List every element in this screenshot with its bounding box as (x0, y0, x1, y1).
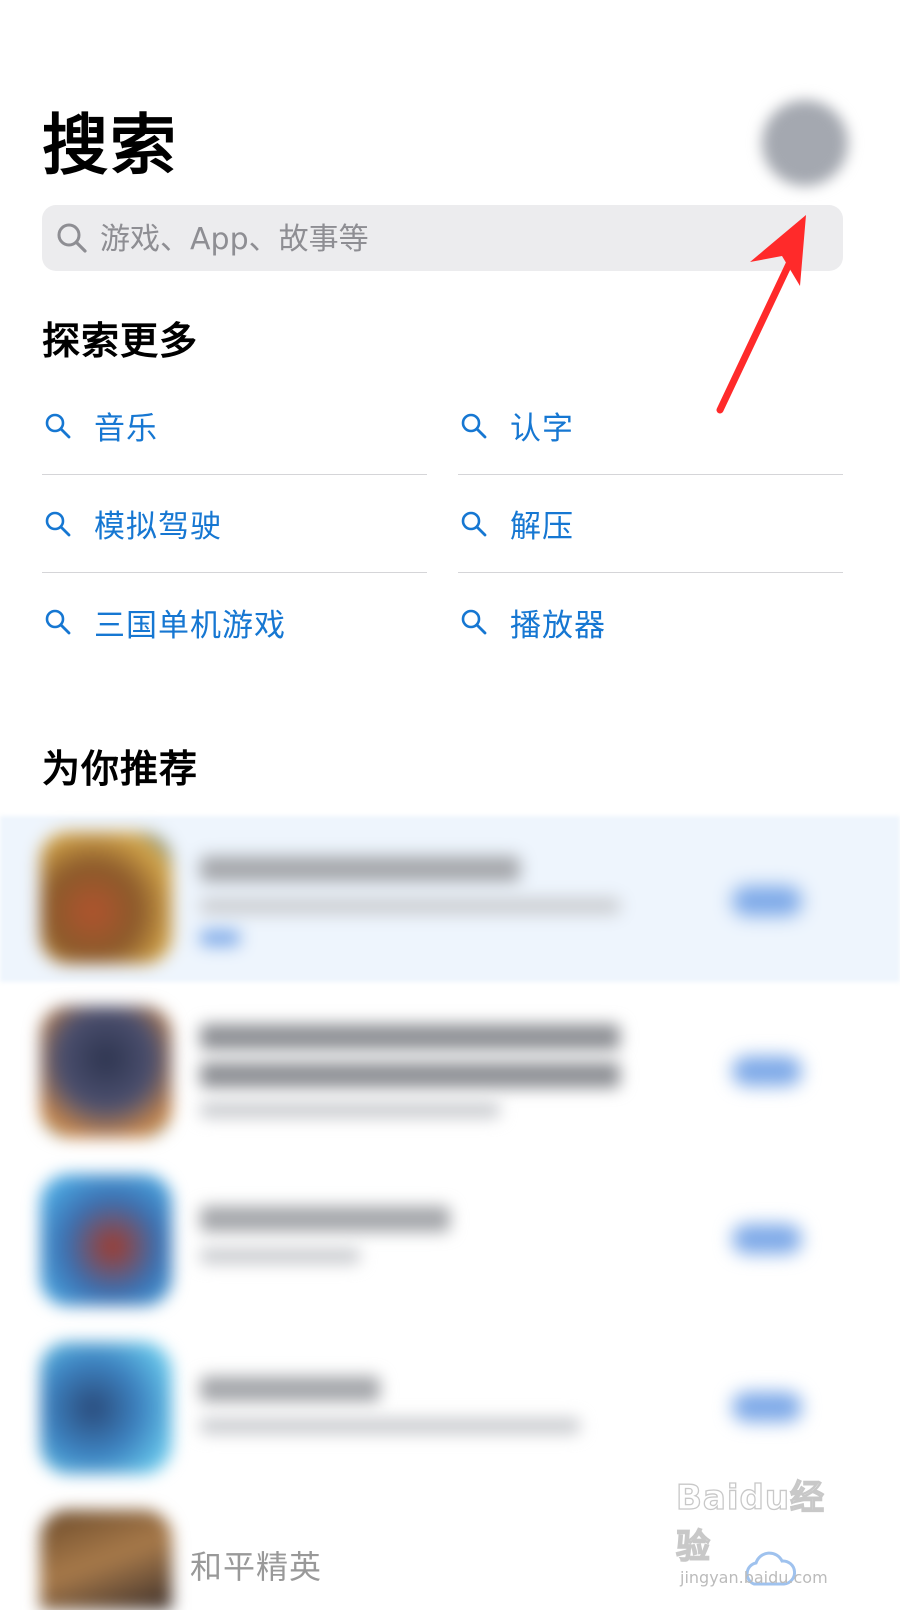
recommended-app-row[interactable] (0, 1326, 900, 1492)
explore-item-label: 模拟驾驶 (94, 509, 222, 545)
recommended-app-row[interactable] (0, 1158, 900, 1324)
app-name: 和平精英 (190, 1548, 323, 1586)
get-button[interactable] (732, 1224, 802, 1254)
explore-item-literacy[interactable]: 认字 (458, 377, 843, 475)
app-tag-placeholder (200, 930, 240, 946)
explore-item-label: 音乐 (94, 411, 158, 447)
app-icon (40, 832, 172, 964)
search-icon (45, 609, 71, 635)
watermark-logo: Baidu经验 (675, 1477, 826, 1567)
app-name-placeholder (200, 1206, 450, 1232)
app-icon (40, 1510, 172, 1610)
watermark-url: jingyan.baidu.com (680, 1568, 828, 1587)
account-avatar[interactable] (762, 100, 848, 186)
app-name-placeholder (200, 856, 520, 882)
search-icon (461, 511, 487, 536)
app-name-placeholder (200, 1376, 380, 1402)
explore-item-player[interactable]: 播放器 (458, 573, 843, 671)
app-subtitle-placeholder (200, 898, 620, 914)
explore-item-relax[interactable]: 解压 (458, 475, 843, 573)
recommended-app-row[interactable] (0, 990, 900, 1156)
recommended-app-row[interactable] (0, 816, 900, 982)
explore-item-label: 三国单机游戏 (94, 607, 286, 644)
explore-item-music[interactable]: 音乐 (42, 377, 427, 475)
explore-item-label: 认字 (510, 411, 574, 447)
search-icon (45, 413, 71, 438)
app-subtitle-placeholder (200, 1418, 580, 1434)
app-name-placeholder (200, 1062, 620, 1088)
watermark: Baidu经验 jingyan.baidu.com (675, 1470, 846, 1587)
search-icon (57, 223, 87, 253)
app-icon (40, 1342, 172, 1474)
search-icon (461, 609, 487, 635)
page-title: 搜索 (42, 107, 178, 184)
get-button[interactable] (732, 1056, 802, 1086)
explore-item-label: 播放器 (510, 607, 606, 644)
explore-item-three-kingdoms[interactable]: 三国单机游戏 (42, 573, 427, 671)
explore-item-driving-sim[interactable]: 模拟驾驶 (42, 475, 427, 573)
app-name-placeholder (200, 1024, 620, 1050)
search-input[interactable] (98, 205, 822, 273)
search-bar[interactable] (42, 205, 843, 273)
explore-section-title: 探索更多 (42, 319, 199, 363)
explore-item-label: 解压 (510, 509, 574, 545)
app-icon (40, 1006, 172, 1138)
app-subtitle-placeholder (200, 1102, 500, 1118)
app-subtitle-placeholder (200, 1248, 360, 1264)
search-icon (45, 511, 71, 536)
get-button[interactable] (732, 886, 802, 916)
get-button[interactable] (732, 1392, 802, 1422)
recommend-section-title: 为你推荐 (42, 747, 199, 791)
app-icon (40, 1174, 172, 1306)
search-icon (461, 413, 487, 438)
